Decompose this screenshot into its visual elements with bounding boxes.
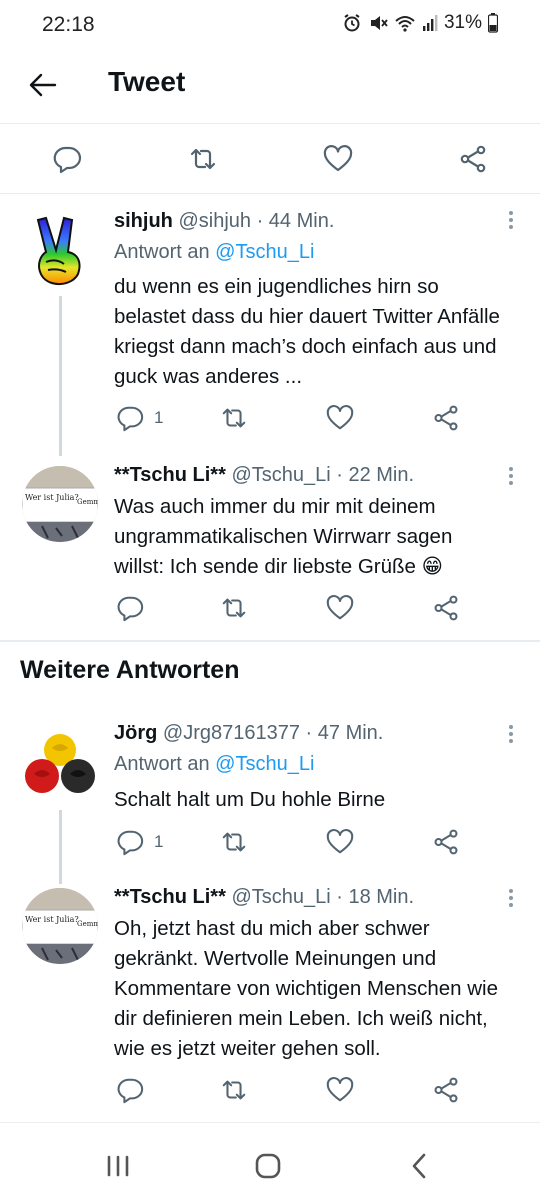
back-icon[interactable]: [405, 1151, 435, 1181]
author-name[interactable]: **Tschu Li**: [114, 464, 226, 486]
retweet-icon[interactable]: [220, 828, 248, 856]
author-handle[interactable]: @Tschu_Li: [231, 464, 330, 486]
share-icon[interactable]: [432, 404, 460, 432]
tweet-text: Was auch immer du mir mit deinem ungramm…: [114, 492, 504, 582]
status-icons: 31%: [342, 12, 498, 34]
battery-icon: [488, 13, 498, 33]
app-header: Tweet: [0, 50, 540, 124]
tweet-text: Schalt halt um Du hohle Birne: [114, 788, 386, 811]
tweet-time: · 47 Min.: [305, 722, 384, 744]
avatar[interactable]: [22, 728, 98, 804]
reply-context: Antwort an @Tschu_Li: [114, 241, 314, 264]
battery-percent: 31%: [443, 12, 482, 33]
like-icon[interactable]: [326, 404, 354, 432]
tweet-text: Oh, jetzt hast du mich aber schwer gekrä…: [114, 917, 498, 1060]
arrow-left-icon[interactable]: [26, 68, 60, 102]
tweet-time: · 18 Min.: [336, 886, 415, 908]
alarm-icon: [344, 14, 360, 32]
tweet-actions: 1: [114, 828, 474, 858]
roses-avatar-image: [25, 734, 95, 793]
page-title: Tweet: [108, 66, 186, 97]
thread-line: [59, 296, 62, 456]
avatar-sign-right: Gemma Julia?: [77, 920, 98, 928]
peace-hand-avatar-image: [36, 216, 81, 285]
tweet-action-bar: [0, 124, 540, 194]
author-name[interactable]: **Tschu Li**: [114, 886, 226, 908]
system-nav-bar: [0, 1122, 540, 1200]
status-time: 22:18: [42, 13, 95, 36]
mute-icon: [370, 16, 388, 30]
more-icon[interactable]: [508, 466, 514, 486]
share-icon[interactable]: [432, 828, 460, 856]
author-name[interactable]: Jörg: [114, 722, 157, 744]
tweet-header: **Tschu Li** @Tschu_Li · 18 Min.: [114, 886, 414, 909]
reply-mention-link[interactable]: @Tschu_Li: [215, 753, 314, 775]
more-icon[interactable]: [508, 724, 514, 744]
section-title: Weitere Antworten: [20, 656, 240, 684]
thread-line: [59, 810, 62, 884]
retweet-icon[interactable]: [188, 144, 218, 174]
tweet-sihjuh[interactable]: sihjuh @sihjuh · 44 Min. Antwort an @Tsc…: [0, 194, 540, 456]
tweet-time: · 22 Min.: [336, 464, 415, 486]
avatar[interactable]: [22, 214, 98, 290]
avatar-sign-left: Wer ist Julia?: [25, 915, 79, 924]
author-handle[interactable]: @Tschu_Li: [231, 886, 330, 908]
reply-button[interactable]: 1: [116, 404, 163, 432]
reply-icon: [117, 406, 144, 432]
avatar-sign-left: Wer ist Julia?: [25, 493, 79, 502]
tweet-tschu-li[interactable]: Wer ist Julia? Gemma Julia? **Tschu Li**…: [0, 456, 540, 638]
section-divider: [0, 640, 540, 642]
reply-icon[interactable]: [116, 1076, 144, 1104]
tweet-text: du wenn es ein jugendliches hirn so bela…: [114, 275, 500, 388]
retweet-icon[interactable]: [220, 1076, 248, 1104]
avatar[interactable]: Wer ist Julia? Gemma Julia?: [22, 888, 98, 964]
share-icon[interactable]: [432, 594, 460, 622]
reply-mention-link[interactable]: @Tschu_Li: [215, 241, 314, 263]
author-handle[interactable]: @Jrg87161377: [163, 722, 300, 744]
reply-prefix: Antwort an: [114, 241, 210, 263]
like-icon[interactable]: [326, 828, 354, 856]
like-icon[interactable]: [326, 1076, 354, 1104]
reply-icon[interactable]: [116, 594, 144, 622]
more-icon[interactable]: [508, 888, 514, 908]
reply-count: 1: [154, 408, 164, 427]
tweet-header: sihjuh @sihjuh · 44 Min.: [114, 210, 334, 233]
status-bar: 22:18 31%: [0, 0, 540, 50]
tweet-time: · 44 Min.: [256, 210, 335, 232]
sign-avatar-image: Wer ist Julia? Gemma Julia?: [22, 888, 98, 964]
author-handle[interactable]: @sihjuh: [178, 210, 251, 232]
tweet-actions: 1: [114, 404, 474, 434]
share-icon[interactable]: [432, 1076, 460, 1104]
avatar-sign-right: Gemma Julia?: [77, 498, 98, 506]
reply-prefix: Antwort an: [114, 753, 210, 775]
like-icon[interactable]: [326, 594, 354, 622]
reply-context: Antwort an @Tschu_Li: [114, 753, 314, 776]
grinning-emoji: 😁: [421, 555, 444, 578]
reply-count: 1: [154, 832, 164, 851]
more-icon[interactable]: [508, 210, 514, 230]
home-icon[interactable]: [253, 1151, 283, 1181]
signal-icon: [422, 15, 438, 31]
tweet-actions: [114, 1076, 474, 1106]
share-icon[interactable]: [458, 144, 488, 174]
wifi-icon: [395, 16, 415, 32]
sign-avatar-image: Wer ist Julia? Gemma Julia?: [22, 466, 98, 542]
tweet-joerg[interactable]: Jörg @Jrg87161377 · 47 Min. Antwort an @…: [0, 706, 540, 884]
tweet-header: **Tschu Li** @Tschu_Li · 22 Min.: [114, 464, 414, 487]
reply-icon: [117, 830, 144, 856]
retweet-icon[interactable]: [220, 594, 248, 622]
retweet-icon[interactable]: [220, 404, 248, 432]
tweet-tschu-li-2[interactable]: Wer ist Julia? Gemma Julia? **Tschu Li**…: [0, 876, 540, 1116]
author-name[interactable]: sihjuh: [114, 210, 173, 232]
like-icon[interactable]: [323, 144, 353, 174]
tweet-header: Jörg @Jrg87161377 · 47 Min.: [114, 722, 383, 745]
avatar[interactable]: Wer ist Julia? Gemma Julia?: [22, 466, 98, 542]
recent-apps-icon[interactable]: [103, 1151, 133, 1181]
reply-icon[interactable]: [52, 144, 82, 174]
tweet-text-content: Was auch immer du mir mit deinem ungramm…: [114, 495, 453, 578]
tweet-actions: [114, 594, 474, 624]
reply-button[interactable]: 1: [116, 828, 163, 856]
